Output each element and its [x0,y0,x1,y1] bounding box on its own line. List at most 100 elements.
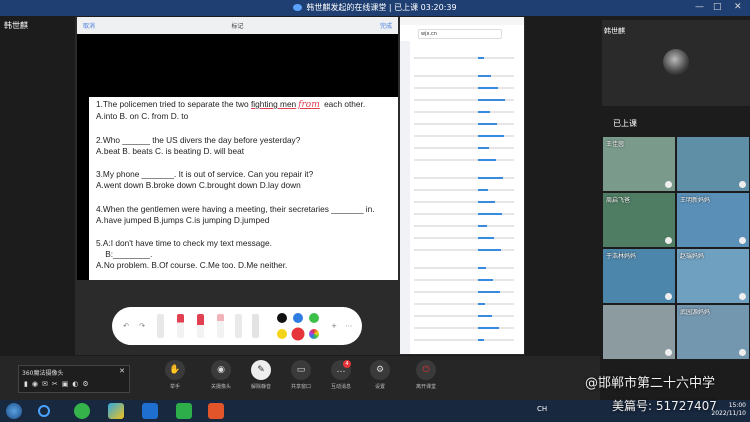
classroom-app-icon[interactable] [142,403,158,419]
survey-result-bar [478,327,499,329]
color-black[interactable] [277,313,287,323]
teacher-name: 韩世麒 [604,27,625,35]
survey-row [414,189,514,191]
camera-toggle-button[interactable]: ◉ 关摄像头 [203,360,239,390]
question-4: 4.When the gentlemen were having a meeti… [96,203,375,214]
undo-icon[interactable]: ↶ [122,322,130,330]
color-picker-icon[interactable] [309,329,319,339]
handwritten-answer: from [298,100,320,110]
camera-widget: 360魔法摄像头 ✕ ▮◉✉✂▣◐⚙ [18,365,130,393]
survey-row [414,225,514,227]
color-red[interactable] [293,329,303,339]
survey-result-bar [478,279,493,281]
survey-result-bar [478,57,484,59]
leave-classroom-button[interactable]: ⏻ 离开课堂 [408,360,444,390]
survey-result-bar [478,99,505,101]
unmute-button[interactable]: ✎ 解除静音 [243,360,279,390]
participant-tile[interactable]: 武园源妈妈 [677,305,749,359]
mic-icon [739,181,746,188]
participant-tile[interactable] [677,137,749,191]
hand-icon: ✋ [165,360,185,380]
survey-row [414,159,514,161]
question-1-options: A.into B. on C. from D. to [96,111,189,121]
url-bar[interactable]: wjx.cn [418,29,502,39]
survey-result-bar [478,237,494,239]
camera-widget-close[interactable]: ✕ [119,367,125,375]
survey-result-bar [478,189,488,191]
underlined-phrase: fighting men [250,99,297,109]
participant-tile[interactable]: 于浩林妈妈 [603,249,675,303]
browser-side-nav [400,41,410,354]
ruler-tool[interactable] [252,314,259,338]
question-5-options: A.No problem. B.Of course. C.Me too. D.M… [96,260,288,270]
share-window-button[interactable]: ▭ 共享窗口 [283,360,319,390]
participant-tile[interactable]: 周启飞爸 [603,193,675,247]
survey-row [414,339,514,341]
survey-result-bar [478,249,501,251]
gear-icon: ⚙ [370,360,390,380]
start-button-icon[interactable] [6,403,22,419]
color-green[interactable] [309,313,319,323]
survey-row [414,57,514,59]
question-5-reply: B:________. [96,249,153,259]
pen-tool[interactable] [157,314,164,338]
survey-row [414,147,514,149]
participant-tile[interactable]: 王明新妈妈 [677,193,749,247]
participant-tile[interactable] [603,305,675,359]
survey-result-bar [478,315,492,317]
done-button[interactable]: 完成 [380,21,392,30]
survey-result-bar [478,267,486,269]
eraser-tool[interactable] [217,314,224,338]
survey-row [414,279,514,281]
survey-row [414,315,514,317]
message-badge: 4 [343,360,351,368]
color-yellow[interactable] [277,329,287,339]
survey-row [414,267,514,269]
power-icon: ⏻ [416,360,436,380]
marker-tool[interactable] [177,314,184,338]
question-4-options: A.have jumped B.jumps C.is jumping D.jum… [96,214,270,225]
maximize-button[interactable]: □ [713,2,722,12]
markup-title: 标记 [231,23,244,30]
mic-icon [665,349,672,356]
survey-row [414,111,514,113]
survey-result-bar [478,291,500,293]
mic-icon [739,293,746,300]
participant-tile[interactable]: 王佳茵 [603,137,675,191]
question-5: 5.A:I don't have time to check my text m… [96,238,272,248]
mic-icon [665,181,672,188]
redo-icon[interactable]: ↷ [138,322,146,330]
survey-row [414,87,514,89]
mic-icon [739,349,746,356]
settings-button[interactable]: ⚙ 设置 [362,360,398,390]
mic-icon [739,237,746,244]
survey-row [414,237,514,239]
survey-row [414,327,514,329]
survey-result-bar [478,123,497,125]
pencil-tool[interactable] [235,314,242,338]
teacher-avatar [663,49,689,75]
survey-row [414,75,514,77]
participant-tile[interactable]: 赵瑞妈妈 [677,249,749,303]
office-icon[interactable] [208,403,224,419]
tablet-screen: 取消 标记 完成 1.The policemen tried to separa… [77,17,398,280]
add-icon[interactable]: + [330,322,338,330]
search-icon[interactable] [38,405,50,417]
camera-widget-icons: ▮◉✉✂▣◐⚙ [24,380,93,388]
browser-360-icon[interactable] [74,403,90,419]
interactive-messages-button[interactable]: … 互动消息 [323,360,359,390]
input-method[interactable]: CH [537,405,547,413]
survey-result-bar [478,303,485,305]
minimize-button[interactable]: — [695,2,704,12]
survey-browser: wjx.cn [400,17,524,354]
question-3-options: A.went down B.broke down C.brought down … [96,180,301,190]
color-blue[interactable] [293,313,303,323]
raise-hand-button[interactable]: ✋ 举手 [157,360,193,390]
close-button[interactable]: ✕ [734,2,742,12]
window-title: 韩世麒发起的在线课堂 | 已上课 03:20:39 [0,2,750,13]
wechat-icon[interactable] [176,403,192,419]
video-player-icon[interactable] [108,403,124,419]
highlighter-tool[interactable] [197,314,204,338]
more-icon[interactable]: ⋯ [345,322,353,330]
question-2: 2.Who ______ the US divers the day befor… [96,134,301,145]
